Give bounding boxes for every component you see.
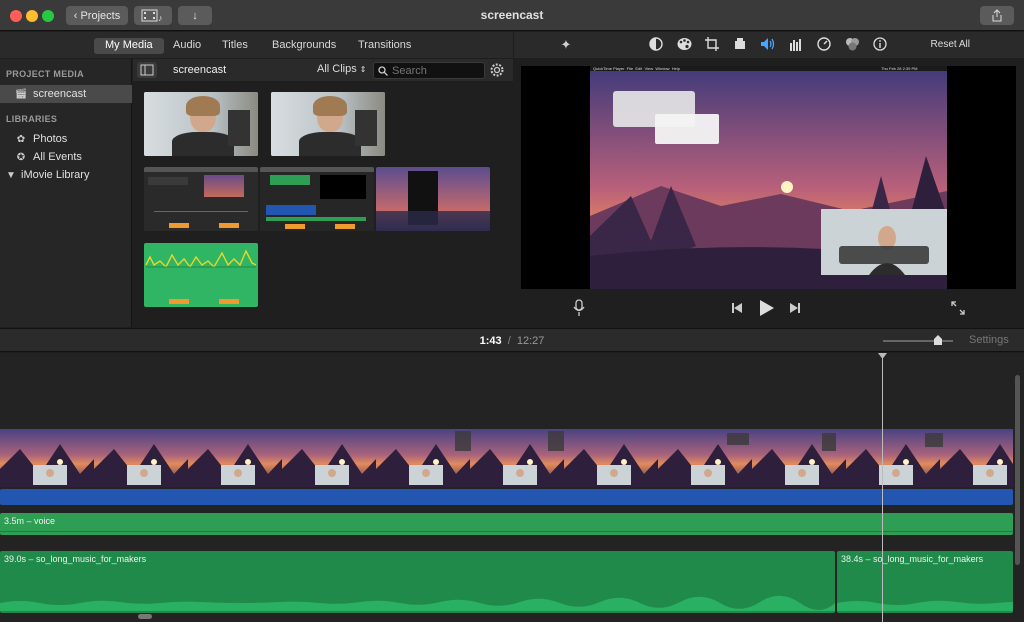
speed-gauge-icon[interactable] (816, 37, 832, 53)
preview-screen: QuickTime Player File Edit View Window H… (521, 66, 1016, 289)
search-icon (378, 65, 388, 76)
libraries-sidebar: PROJECT MEDIA 🎬︎ screencast LIBRARIES ✿ … (0, 59, 132, 327)
browser-tabs-bar: My Media Audio Titles Backgrounds Transi… (0, 32, 513, 58)
timeline-settings-button[interactable]: Settings (969, 334, 1009, 346)
sidebar-toggle-button[interactable] (137, 62, 157, 78)
voice-waveform-baseline (0, 531, 1013, 532)
playhead-marker[interactable] (878, 353, 887, 359)
event-name: screencast (173, 64, 227, 76)
video-track[interactable] (0, 429, 1013, 487)
waveform-icon (145, 249, 257, 304)
clip-filter-icon[interactable] (844, 37, 860, 53)
tab-my-media[interactable]: My Media (94, 38, 164, 54)
clip-thumbnail-screen-2[interactable] (260, 167, 374, 231)
imovie-window: ‹ Projects ♪ ↓ screencast My Media Audio… (0, 0, 1024, 622)
timecode: 1:43 / 12:27 (479, 335, 545, 347)
info-icon[interactable] (872, 37, 888, 53)
clip-thumbnail-webcam-1[interactable] (144, 92, 258, 156)
magic-wand-icon[interactable]: ✦ (558, 37, 574, 53)
clip-thumbnail-screen-1[interactable] (144, 167, 258, 231)
fullscreen-icon[interactable] (951, 301, 965, 318)
share-button[interactable] (980, 6, 1014, 25)
timeline-horizontal-scrollbar[interactable] (138, 614, 152, 619)
title-bar: ‹ Projects ♪ ↓ screencast (0, 0, 1024, 31)
skip-back-icon[interactable] (731, 302, 743, 317)
preview-frame-illustration (590, 66, 947, 289)
browser-settings-gear-icon[interactable] (489, 62, 505, 78)
sidebar-item-imovie-library[interactable]: ▼ iMovie Library (0, 166, 132, 184)
tab-audio[interactable]: Audio (162, 38, 212, 54)
record-voiceover-microphone-icon[interactable] (573, 299, 585, 320)
sidebar-item-all-events[interactable]: ✪ All Events (0, 148, 132, 166)
preview-viewer: QuickTime Player File Edit View Window H… (514, 59, 1024, 327)
window-title: screencast (480, 8, 544, 22)
sidebar-item-photos[interactable]: ✿ Photos (0, 130, 132, 148)
clip-thumbnail-audio[interactable] (144, 243, 258, 307)
music-clip-1[interactable]: 39.0s – so_long_music_for_makers (0, 551, 835, 613)
sidebar-item-screencast[interactable]: 🎬︎ screencast (0, 85, 132, 103)
tab-titles[interactable]: Titles (211, 38, 259, 54)
music-clip-2[interactable]: 38.4s – so_long_music_for_makers (837, 551, 1013, 613)
search-field[interactable] (373, 62, 485, 79)
equalizer-icon[interactable] (788, 37, 804, 53)
star-icon: ✪ (16, 151, 26, 163)
video-audio-strip[interactable] (0, 489, 1013, 505)
play-icon[interactable] (759, 299, 775, 320)
voice-audio-clip[interactable]: 3.5m – voice (0, 513, 1013, 535)
music-waveform-1 (0, 595, 835, 611)
zoom-slider[interactable] (883, 335, 953, 345)
search-input[interactable] (392, 64, 482, 77)
clapper-icon: 🎬︎ (14, 88, 28, 100)
clip-thumbnail-screen-3[interactable] (376, 167, 490, 231)
playhead[interactable] (882, 353, 883, 622)
music-waveform-2 (837, 600, 1013, 611)
skip-forward-icon[interactable] (789, 302, 801, 317)
disclosure-triangle-icon: ▼ (6, 169, 16, 181)
timeline-vertical-scrollbar[interactable] (1015, 375, 1020, 565)
clip-filter-select[interactable]: All Clips ⇕ (317, 63, 367, 75)
preview-menubar: QuickTime Player File Edit View Window H… (593, 66, 681, 71)
tab-backgrounds[interactable]: Backgrounds (261, 38, 347, 54)
color-balance-icon[interactable] (648, 37, 664, 53)
reset-all-button[interactable]: Reset All (931, 39, 970, 50)
tab-transitions[interactable]: Transitions (347, 38, 422, 54)
share-icon (992, 9, 1002, 22)
preview-clock: Thu Feb 28 2:39 PM (881, 66, 918, 71)
voice-clip-label: 3.5m – voice (4, 516, 56, 526)
adjustments-bar: ✦ Reset All (514, 32, 1024, 58)
volume-icon[interactable] (760, 37, 776, 53)
photos-icon: ✿ (16, 133, 26, 145)
libraries-heading: LIBRARIES (6, 114, 58, 124)
stabilization-camera-icon[interactable] (732, 37, 748, 53)
media-browser: screencast All Clips ⇕ (133, 59, 513, 327)
sidebar-toggle-icon (140, 64, 154, 76)
clip-thumbnail-webcam-2[interactable] (271, 92, 385, 156)
color-palette-icon[interactable] (676, 37, 692, 53)
video-filmstrip (0, 431, 1013, 487)
timeline-header: 1:43 / 12:27 Settings (0, 328, 1024, 352)
music-clip-1-label: 39.0s – so_long_music_for_makers (4, 554, 147, 564)
browser-toolbar: screencast All Clips ⇕ (133, 59, 513, 81)
music-clip-2-label: 38.4s – so_long_music_for_makers (841, 554, 984, 564)
updown-chevron-icon: ⇕ (359, 65, 367, 74)
project-media-heading: PROJECT MEDIA (6, 69, 84, 79)
crop-icon[interactable] (704, 37, 720, 53)
timeline[interactable]: 3.5m – voice 39.0s – so_long_music_for_m… (0, 353, 1024, 622)
